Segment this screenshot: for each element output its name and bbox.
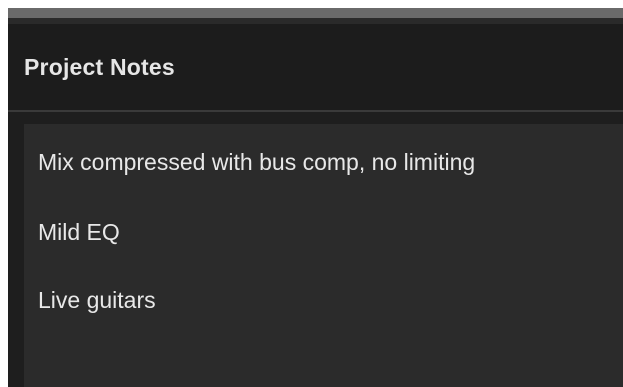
panel-title: Project Notes: [24, 54, 175, 80]
note-line: Mix compressed with bus comp, no limitin…: [38, 149, 476, 175]
project-notes-panel: Project Notes Mix compressed with bus co…: [8, 8, 623, 387]
notes-text-area[interactable]: Mix compressed with bus comp, no limitin…: [24, 124, 623, 387]
panel-header: Project Notes: [8, 24, 623, 112]
note-line: Live guitars: [38, 287, 156, 313]
note-line: Mild EQ: [38, 219, 120, 245]
window-top-bar: [8, 8, 623, 18]
